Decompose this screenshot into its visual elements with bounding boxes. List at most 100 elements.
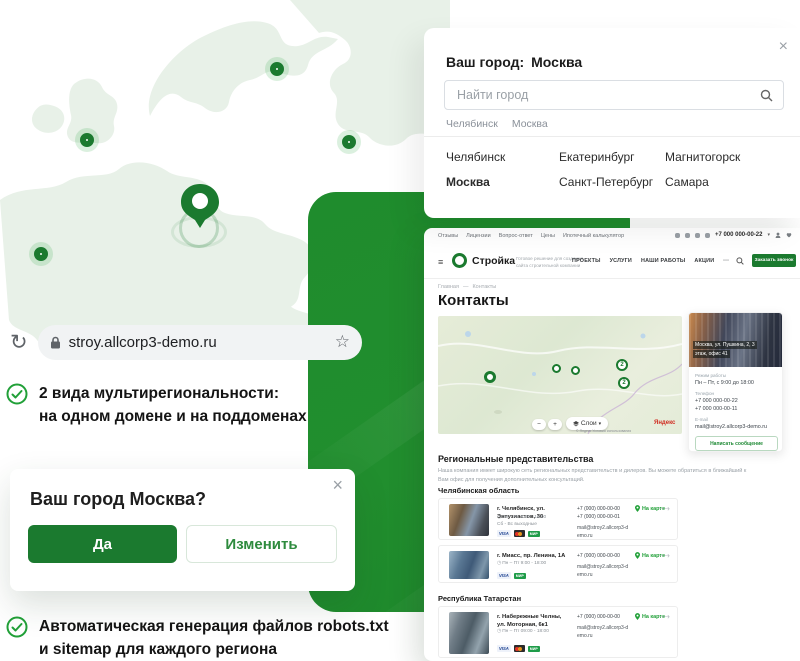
arrow-right-icon[interactable]: ⟶	[659, 504, 670, 513]
vk-icon[interactable]	[675, 233, 680, 238]
mastercard-badge	[514, 645, 525, 652]
topbar-link[interactable]: Отзывы	[438, 233, 458, 239]
rep-row[interactable]: г. Набережные Челны, ул. Моторная, 6к1 ◷…	[438, 606, 678, 658]
change-city-button[interactable]: Изменить	[186, 525, 337, 563]
map-cluster[interactable]: 2	[616, 359, 628, 371]
nav-item-services[interactable]: УСЛУГИ	[610, 258, 632, 264]
office-phone[interactable]: +7 000 000-00-11	[695, 405, 778, 413]
pin-icon	[635, 552, 640, 559]
city-option[interactable]: Самара	[665, 175, 709, 189]
search-icon[interactable]	[760, 89, 773, 102]
write-message-button[interactable]: Написать сообщение	[695, 436, 778, 451]
city-option[interactable]: Екатеринбург	[559, 150, 635, 164]
nav-item-promo[interactable]: АКЦИИ	[694, 258, 714, 264]
map-zoom-in-button[interactable]: +	[548, 419, 562, 430]
site-logo-text[interactable]: Стройка	[472, 255, 515, 267]
check-circle-icon	[6, 383, 28, 405]
rep-email[interactable]: mail@stroy2.allcorp3-demo.ru	[577, 563, 629, 579]
map-copyright: © Яндекс Условия использования	[576, 429, 631, 433]
suggestion-chip[interactable]: Челябинск	[446, 118, 498, 130]
rep-address: г. Миасс, пр. Ленина, 1А	[497, 552, 569, 560]
confirm-city-button[interactable]: Да	[28, 525, 177, 563]
rep-address: г. Набережные Челны, ул. Моторная, 6к1	[497, 613, 569, 629]
topbar-link[interactable]: Цены	[541, 233, 555, 239]
feature-line: на одном домене и на поддоменах	[39, 405, 307, 428]
site-screenshot-card: Отзывы Лицензии Вопрос-ответ Цены Ипотеч…	[424, 228, 800, 661]
map-zoom-out-button[interactable]: −	[532, 419, 546, 430]
city-option[interactable]: Челябинск	[446, 150, 505, 164]
chevron-down-icon: ▾	[599, 421, 602, 427]
bookmark-star-icon[interactable]: ☆	[335, 332, 350, 352]
breadcrumb-home[interactable]: Главная	[438, 284, 459, 290]
site-logo-icon[interactable]	[452, 253, 467, 268]
rep-row[interactable]: г. Челябинск, ул. Энтузиастов, 30 ◷Пн – …	[438, 498, 678, 540]
close-icon[interactable]: ×	[332, 475, 343, 496]
instagram-icon[interactable]	[695, 233, 700, 238]
facebook-icon[interactable]	[685, 233, 690, 238]
rep-schedule: ◷Пн – Пт 09:00 - 18:00	[497, 629, 549, 634]
promo-canvas: ↻ stroy.allcorp3-demo.ru ☆ 2 вида мульти…	[0, 0, 800, 661]
map-roads	[438, 316, 682, 434]
telegram-icon[interactable]	[705, 233, 710, 238]
mir-badge: МИР	[528, 531, 540, 537]
city-search-input[interactable]	[455, 87, 760, 103]
rep-email[interactable]: mail@stroy2.allcorp3-demo.ru	[577, 524, 629, 540]
geo-confirm-popup: × Ваш город Москва? Да Изменить	[10, 469, 355, 591]
site-phone[interactable]: +7 000 000-00-22	[715, 232, 763, 238]
city-option-selected[interactable]: Москва	[446, 175, 490, 189]
hamburger-menu-icon[interactable]: ≡	[438, 257, 443, 267]
contacts-map[interactable]: 2 2 − + Слои ▾ Яндекс © Яндекс Условия и…	[438, 316, 682, 434]
city-option[interactable]: Санкт-Петербург	[559, 175, 653, 189]
feature-bullet-robots: Автоматическая генерация файлов robots.t…	[6, 615, 389, 661]
clock-icon: ◷	[497, 515, 501, 520]
close-icon[interactable]: ×	[779, 38, 788, 56]
page-title: Контакты	[438, 292, 509, 309]
layers-icon	[573, 421, 579, 427]
mastercard-badge	[514, 530, 525, 537]
browser-address-bar: ↻ stroy.allcorp3-demo.ru ☆	[10, 324, 362, 360]
rep-schedule: Сб - Вс выходные	[497, 522, 537, 527]
map-marker[interactable]	[484, 371, 496, 383]
map-marker[interactable]	[571, 366, 580, 375]
building-windows	[689, 313, 782, 367]
city-option[interactable]: Магнитогорск	[665, 150, 740, 164]
rep-email[interactable]: mail@stroy2.allcorp3-demo.ru	[577, 624, 629, 640]
rep-schedule: ◷Пн – Пт 9:00 - 18:00	[497, 561, 546, 566]
rep-contacts: +7 (000) 000-00-00 +7 (000) 000-00-01 ma…	[577, 505, 629, 540]
nav-item-works[interactable]: НАШИ РАБОТЫ	[641, 258, 685, 264]
rep-phone[interactable]: +7 (000) 000-00-01	[577, 513, 629, 521]
favorites-icon[interactable]	[786, 232, 792, 238]
user-icon[interactable]	[775, 232, 781, 238]
rep-phone[interactable]: +7 (000) 000-00-00	[577, 505, 629, 513]
reload-icon[interactable]: ↻	[10, 332, 28, 353]
suggestion-chip[interactable]: Москва	[512, 118, 548, 130]
topbar-link[interactable]: Вопрос-ответ	[499, 233, 533, 239]
map-provider-logo[interactable]: Яндекс	[654, 420, 675, 426]
order-call-button[interactable]: Заказать звонок	[752, 254, 796, 267]
nav-item-projects[interactable]: ПРОЕКТЫ	[572, 258, 601, 264]
search-icon[interactable]	[736, 257, 744, 265]
topbar-link[interactable]: Лицензии	[466, 233, 491, 239]
office-email[interactable]: mail@stroy2.allcorp3-demo.ru	[695, 423, 778, 431]
nav-more-icon[interactable]: ···	[723, 258, 729, 264]
rep-photo	[449, 551, 489, 579]
rep-phone[interactable]: +7 (000) 000-00-00	[577, 613, 629, 621]
city-select-popup: × Ваш город: Москва Челябинск Москва Чел…	[424, 28, 800, 218]
url-field[interactable]: stroy.allcorp3-demo.ru ☆	[38, 325, 362, 360]
geo-popup-buttons: Да Изменить	[28, 525, 337, 563]
chevron-down-icon[interactable]: ▾	[767, 232, 770, 238]
divider	[424, 136, 800, 137]
arrow-right-icon[interactable]: ⟶	[659, 551, 670, 560]
phones-label: Телефон	[695, 391, 778, 396]
rep-phone[interactable]: +7 (000) 000-00-00	[577, 552, 629, 560]
map-marker[interactable]	[552, 364, 561, 373]
city-title-label: Ваш город:	[446, 54, 524, 70]
office-photo: Москва, ул. Пушкина, 2, 3 этаж, офис 41	[689, 313, 782, 367]
arrow-right-icon[interactable]: ⟶	[659, 612, 670, 621]
rep-row[interactable]: г. Миасс, пр. Ленина, 1А ◷Пн – Пт 9:00 -…	[438, 545, 678, 583]
office-phone[interactable]: +7 000 000-00-22	[695, 397, 778, 405]
feature-line: Автоматическая генерация файлов robots.t…	[39, 615, 389, 638]
map-cluster[interactable]: 2	[618, 377, 630, 389]
site-nav: ПРОЕКТЫ УСЛУГИ НАШИ РАБОТЫ АКЦИИ ···	[572, 258, 729, 264]
topbar-link[interactable]: Ипотечный калькулятор	[563, 233, 624, 239]
